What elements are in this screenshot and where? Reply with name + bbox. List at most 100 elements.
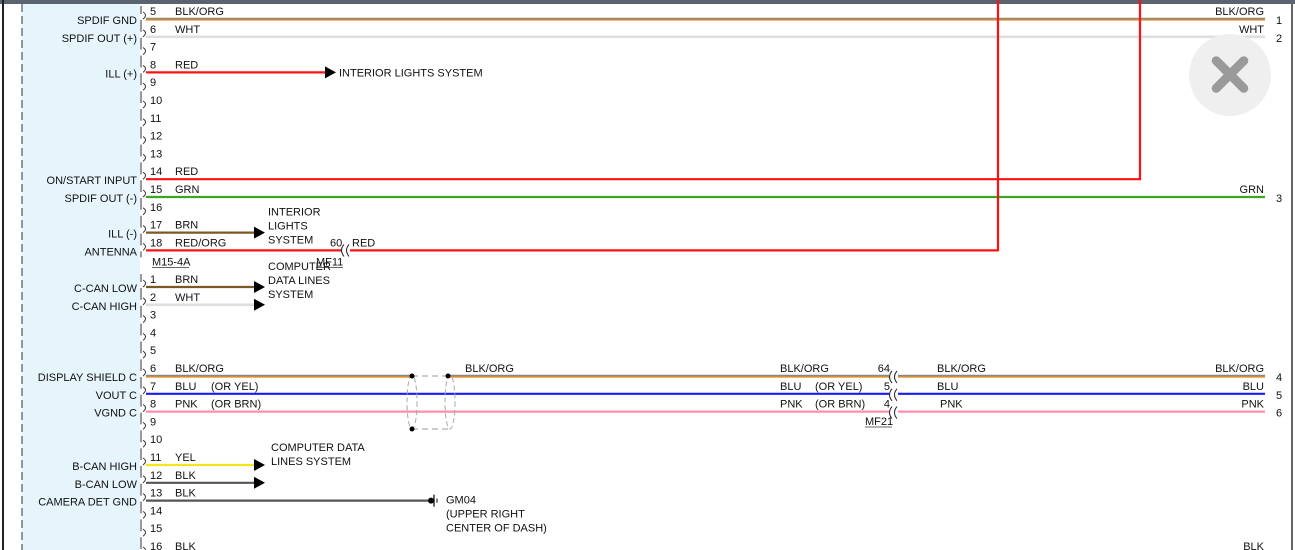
pin-number: 9	[150, 416, 156, 428]
connector-cavity-icon	[140, 469, 146, 490]
connector-cavity-icon	[140, 416, 146, 437]
pin-function-label: C-CAN LOW	[74, 283, 138, 295]
pin-function-label: ON/START INPUT	[47, 175, 138, 187]
pin-function-label: B-CAN LOW	[75, 479, 138, 491]
connector-cavity-icon	[140, 309, 146, 330]
wire-color-label: BLK/ORG	[780, 363, 829, 375]
wire-color-label: WHT	[175, 292, 200, 304]
pin-function-label: CAMERA DET GND	[38, 497, 137, 509]
connector-cavity-icon	[140, 59, 146, 80]
wire-color-label: BLU	[1243, 381, 1264, 393]
pin-number: 5	[150, 345, 156, 357]
wire-color-label: BLK/ORG	[175, 363, 224, 375]
pin-number: 18	[150, 237, 162, 249]
ground-location-label: GM04	[446, 495, 476, 507]
wire-color-label: GRN	[175, 184, 200, 196]
connector-cavity-icon	[140, 291, 146, 312]
right-pin-number: 4	[1276, 372, 1282, 384]
right-pin-number: 1	[1276, 15, 1282, 27]
wire-color-label: BLK/ORG	[465, 363, 514, 375]
shield-ellipse	[444, 374, 456, 430]
pin-function-label: ANTENNA	[84, 246, 137, 258]
connector-cavity-icon	[140, 184, 146, 204]
pin-number: 6	[150, 363, 156, 375]
pin-function-label: SPDIF GND	[77, 15, 137, 27]
connector-cavity-icon	[140, 237, 146, 258]
splice-connector-icon	[341, 244, 350, 257]
wire-color-label: BLK/ORG	[175, 6, 224, 18]
arrow-icon	[254, 298, 265, 311]
arrow-icon	[325, 66, 336, 79]
wire-color-label: BRN	[175, 274, 198, 286]
arrow-icon	[254, 281, 265, 293]
wiring-diagram: 5SPDIF GNDBLK/ORG BLK/ORG16SPDIF OUT (+)W…	[0, 0, 1295, 550]
connector-cavity-icon	[140, 541, 146, 550]
splice-connector-icon	[889, 388, 898, 402]
splice-name: MF21	[865, 416, 893, 428]
wire-color-label: YEL	[175, 452, 196, 464]
pin-number: 14	[150, 505, 162, 517]
splice-pin-number: 64	[878, 363, 890, 375]
pin-number: 8	[150, 399, 156, 411]
connector-cavity-icon	[140, 6, 146, 26]
right-pin-number: 3	[1276, 193, 1282, 205]
connector-cavity-icon	[140, 219, 146, 240]
wire-color-label: GRN	[1240, 184, 1265, 196]
wire-alt-color-label: (OR BRN)	[211, 399, 261, 411]
connector-cavity-icon	[140, 487, 146, 508]
pin-number: 2	[150, 292, 156, 304]
splice-pin-number: 4	[884, 399, 890, 411]
connector-cavity-icon	[140, 23, 146, 44]
pin-number: 14	[150, 166, 162, 178]
destination-label: COMPUTER DATA	[271, 442, 365, 454]
wire-alt-color-label: (OR YEL)	[815, 381, 862, 393]
connector-cavity-icon	[140, 327, 146, 348]
wire-color-label: BLU	[175, 381, 196, 393]
connector-cavity-icon	[140, 166, 146, 187]
pin-number: 16	[150, 202, 162, 214]
shield-junction-dot	[409, 373, 415, 379]
wire-color-label: BLK/ORG	[1215, 363, 1264, 375]
pin-function-label: DISPLAY SHIELD C	[38, 372, 137, 384]
pin-number: 12	[150, 470, 162, 482]
arrow-icon	[254, 476, 265, 489]
wire-color-label: WHT	[175, 24, 200, 36]
ground-location-label: (UPPER RIGHT	[446, 509, 525, 521]
pin-number: 3	[150, 310, 156, 322]
destination-label: INTERIOR	[268, 207, 321, 219]
close-button[interactable]	[1189, 34, 1271, 116]
connector-cavity-icon	[140, 505, 146, 526]
pin-number: 9	[150, 77, 156, 89]
splice-connector-icon	[889, 370, 898, 384]
pin-function-label: SPDIF OUT (-)	[64, 193, 137, 205]
pin-number: 6	[150, 24, 156, 36]
connector-cavity-icon	[140, 452, 146, 472]
wire-alt-color-label: (OR BRN)	[815, 399, 865, 411]
wire-color-label: BRN	[175, 220, 198, 232]
connector-cavity-icon	[140, 434, 146, 455]
splice-pin-number: 5	[884, 381, 890, 393]
connector-name: M15-4A	[152, 256, 191, 268]
wire-color-label: BLU	[937, 381, 958, 393]
connector-cavity-icon	[140, 130, 146, 151]
wire-alt-color-label: (OR YEL)	[211, 381, 258, 393]
connector-cavity-icon	[140, 345, 146, 366]
wire-color-label: RED/ORG	[175, 237, 226, 249]
wire-color-label: RED	[175, 59, 198, 71]
pin-function-label: ILL (-)	[108, 229, 137, 241]
pin-number: 15	[150, 523, 162, 535]
pin-function-label: SPDIF OUT (+)	[62, 33, 137, 45]
pin-function-label: VOUT C	[96, 390, 137, 402]
connector-cavity-icon	[140, 523, 146, 544]
pin-number: 1	[150, 274, 156, 286]
right-pin-number: 2	[1276, 33, 1282, 45]
wire-color-label: BLK/ORG	[1215, 6, 1264, 18]
pin-number: 10	[150, 434, 162, 446]
shield-junction-dot	[445, 373, 451, 379]
destination-label: LIGHTS	[268, 221, 308, 233]
pin-number: 7	[150, 381, 156, 393]
wire-color-label: BLU	[780, 381, 801, 393]
wire-color-label: BLK	[175, 488, 196, 500]
pin-number: 17	[150, 220, 162, 232]
shield-ellipse	[406, 374, 418, 430]
